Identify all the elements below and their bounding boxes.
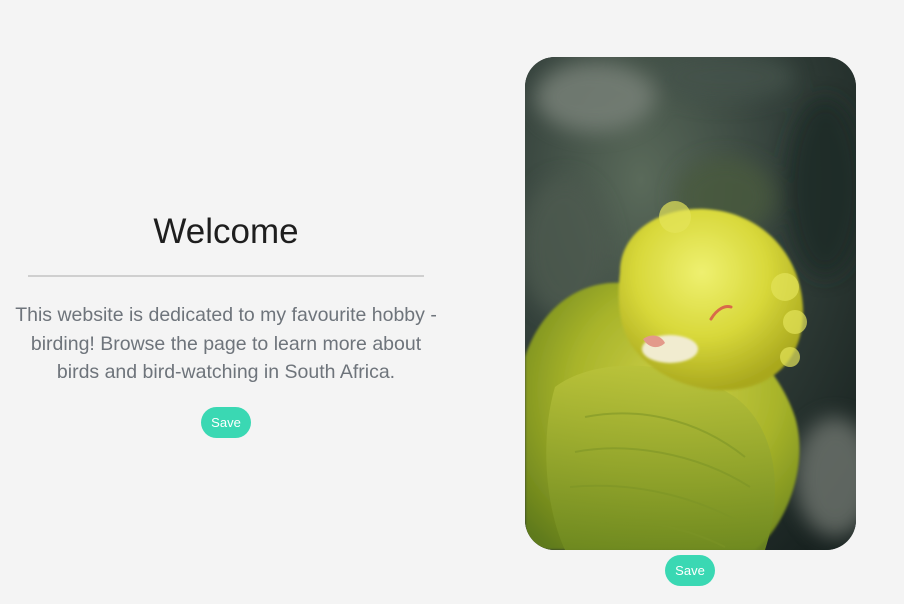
- bird-image: [525, 57, 856, 550]
- page: Welcome This website is dedicated to my …: [0, 0, 904, 604]
- divider: [28, 275, 424, 277]
- welcome-section: Welcome This website is dedicated to my …: [10, 200, 442, 438]
- photo-save-button[interactable]: Save: [665, 555, 715, 586]
- page-title: Welcome: [153, 212, 299, 251]
- save-button[interactable]: Save: [201, 406, 251, 438]
- bird-photo: [525, 57, 856, 550]
- intro-text: This website is dedicated to my favourit…: [15, 304, 437, 383]
